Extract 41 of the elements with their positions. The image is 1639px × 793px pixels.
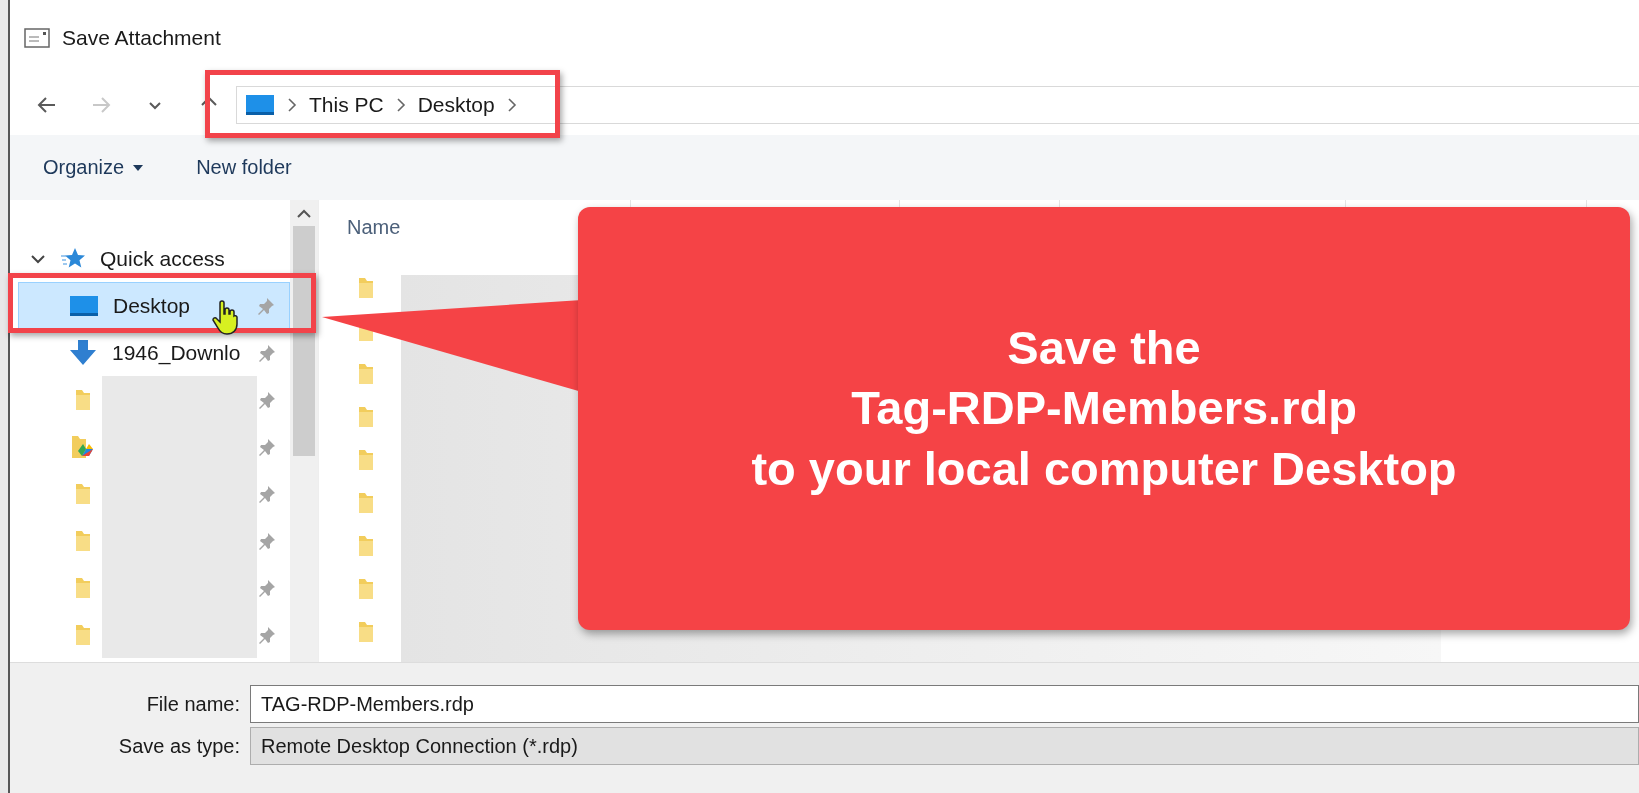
- new-folder-button[interactable]: New folder: [196, 156, 292, 179]
- folder-icon: [357, 619, 375, 644]
- chevron-right-icon: [506, 97, 517, 113]
- monitor-icon: [69, 294, 99, 317]
- folder-icon: [74, 387, 92, 412]
- folder-icon: [357, 404, 375, 429]
- field-label: File name:: [145, 692, 241, 716]
- monitor-icon: [245, 94, 275, 116]
- caret-down-icon[interactable]: [132, 163, 145, 172]
- field-label: Save as type:: [117, 734, 241, 758]
- sidebar-item[interactable]: Desktop: [113, 293, 253, 318]
- file-name-field[interactable]: TAG-RDP-Members.rdp: [250, 685, 1639, 723]
- sidebar-item[interactable]: Quick access: [100, 246, 240, 271]
- folder-icon: [74, 528, 92, 553]
- download-arrow-icon: [68, 339, 98, 366]
- scrollbar[interactable]: [290, 200, 318, 662]
- folder-icon: [357, 447, 375, 472]
- organize-menu[interactable]: Organize: [43, 156, 145, 179]
- folder-icon: [357, 361, 375, 386]
- scroll-up-icon[interactable]: [296, 208, 312, 220]
- folder-icon: [357, 576, 375, 601]
- chevron-right-icon: [287, 97, 297, 113]
- drive-folder-icon: [70, 433, 96, 460]
- folder-icon: [74, 622, 92, 647]
- hand-cursor-icon: [212, 300, 238, 336]
- folder-icon: [357, 490, 375, 515]
- window-title: Save Attachment: [62, 25, 221, 50]
- selected-row-highlight[interactable]: Desktop: [18, 282, 290, 329]
- callout-text: Save the Tag-RDP-Members.rdp to your local computer Desktop: [751, 320, 1457, 497]
- breadcrumb-item[interactable]: Desktop: [417, 93, 495, 117]
- folder-icon: [74, 481, 92, 506]
- folder-icon: [357, 533, 375, 558]
- folder-icon: [74, 575, 92, 600]
- breadcrumb-item[interactable]: This PC: [309, 93, 384, 117]
- window-icon: [24, 27, 50, 48]
- folder-icon: [357, 275, 375, 300]
- chevron-right-icon: [395, 97, 406, 113]
- address-bar[interactable]: This PC Desktop: [236, 86, 1639, 124]
- column-header[interactable]: Name: [347, 216, 401, 239]
- sidebar-item[interactable]: 1946_Downlo: [112, 340, 252, 365]
- file-type-dropdown[interactable]: Remote Desktop Connection (*.rdp): [250, 727, 1639, 765]
